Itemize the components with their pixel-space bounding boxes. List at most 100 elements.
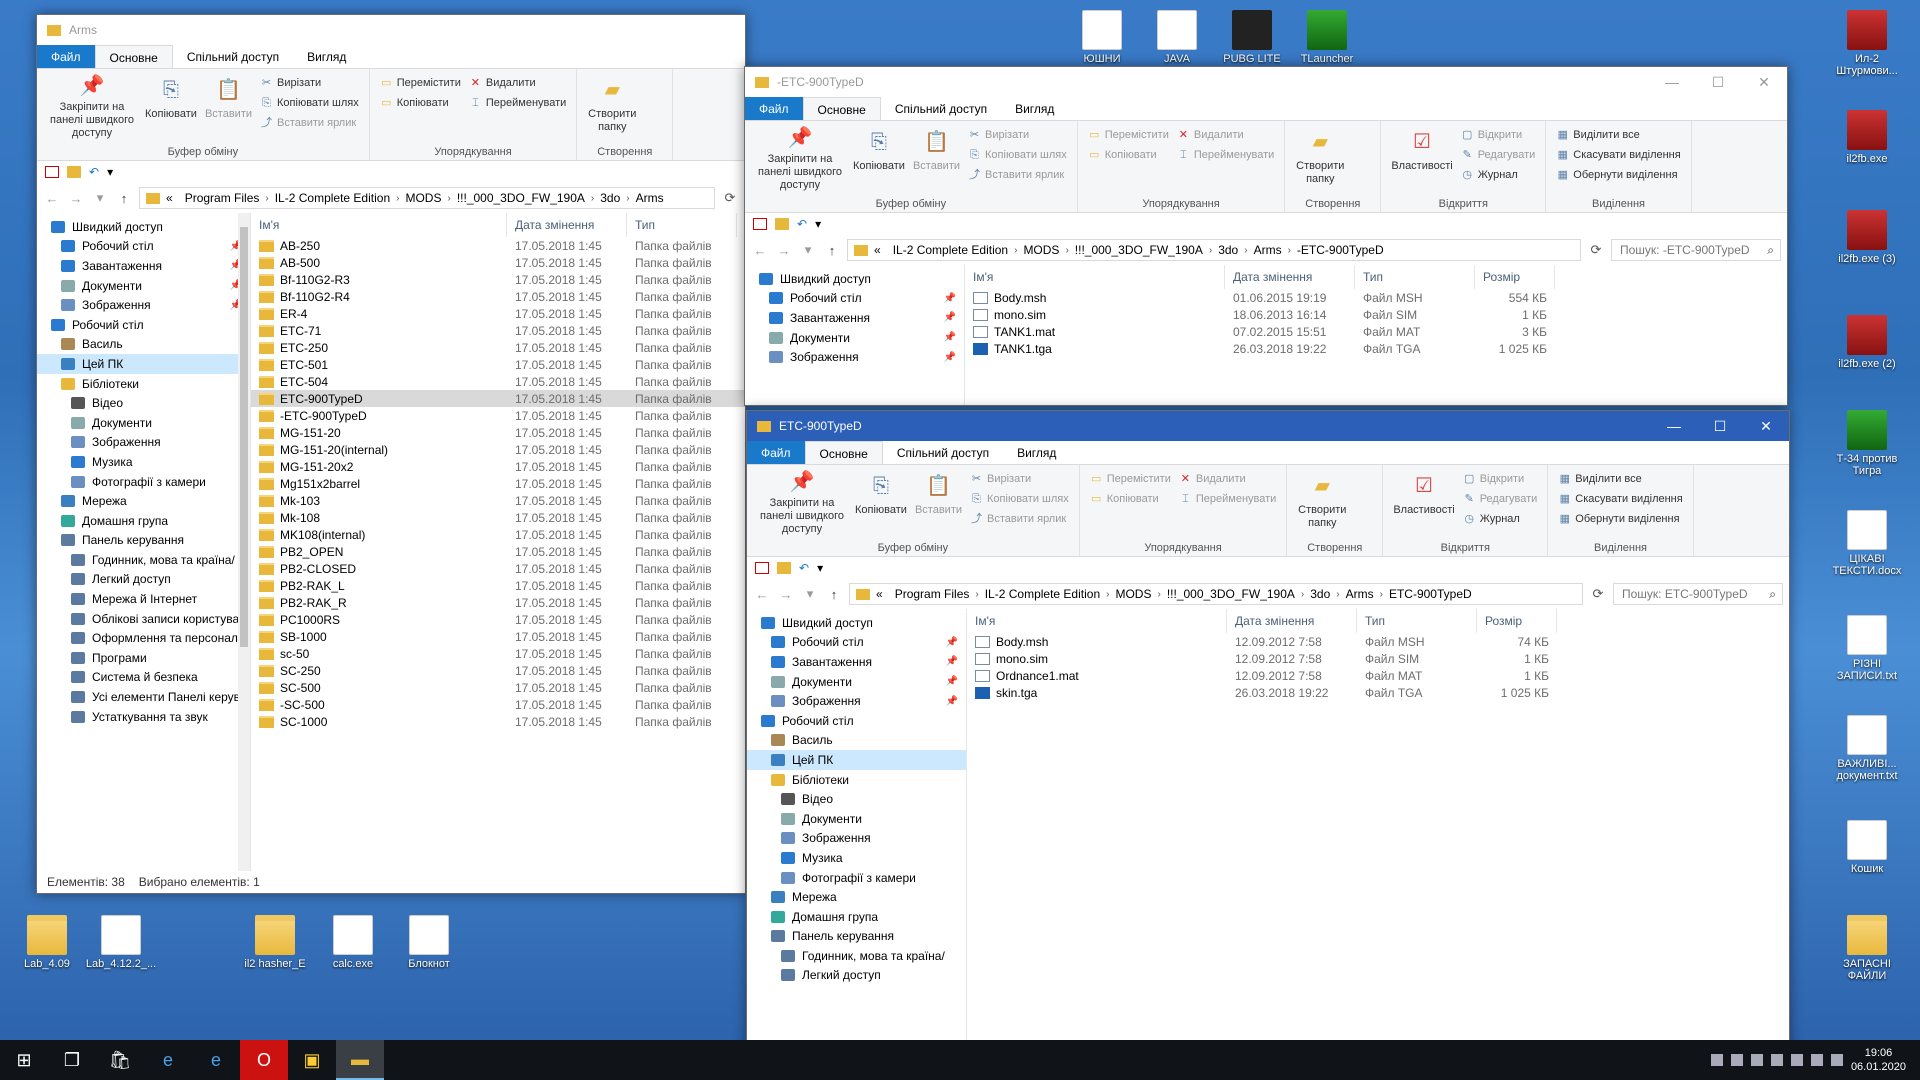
file-row[interactable]: MG-151-20x2 17.05.2018 1:45 Папка файлів — [251, 458, 745, 475]
minimize-button[interactable]: — — [1649, 67, 1695, 97]
rename-button[interactable]: ⌶ Перейменувати — [469, 95, 566, 111]
copy-to-button[interactable]: ▭ Копіювати — [1088, 147, 1169, 163]
breadcrumb-item[interactable]: ETC-900TypeD — [1383, 587, 1478, 601]
back-button[interactable]: ← — [753, 587, 771, 602]
select-all-button[interactable]: ▦ Виділити все — [1558, 471, 1682, 487]
open-button[interactable]: ▢ Відкрити — [1461, 127, 1536, 143]
nav-item[interactable]: Робочий стіл 📌 — [37, 237, 250, 257]
refresh-icon[interactable]: ⟳ — [1589, 586, 1607, 602]
tab-file[interactable]: Файл — [747, 441, 805, 464]
copy-path-button[interactable]: ⎘ Копіювати шлях — [260, 95, 359, 111]
desktop-icon[interactable]: Т-34 против Тигра — [1830, 410, 1904, 477]
new-item-button[interactable] — [645, 75, 662, 91]
column-header-name[interactable]: Ім'я — [967, 609, 1227, 633]
column-header-type[interactable]: Тип — [1355, 265, 1475, 289]
file-list[interactable]: Ім'я Дата змінення Тип Розмір Body.msh 01.06.… — [965, 265, 1787, 405]
column-header-type[interactable]: Тип — [627, 213, 737, 237]
refresh-icon[interactable]: ⟳ — [1587, 242, 1605, 258]
nav-item[interactable]: Завантаження 📌 — [745, 308, 964, 328]
tray-icon[interactable] — [1770, 1054, 1783, 1066]
nav-scrollbar[interactable] — [238, 213, 250, 871]
navigation-pane[interactable]: Швидкий доступ Робочий стіл 📌 Завантаження 📌… — [37, 213, 251, 871]
column-header-date[interactable]: Дата змінення — [507, 213, 627, 237]
tab-file[interactable]: Файл — [745, 97, 803, 120]
nav-item[interactable]: Облікові записи користува — [37, 609, 250, 629]
copy-button[interactable]: ⎘ Копіювати — [141, 73, 201, 142]
file-row[interactable]: mono.sim 12.09.2012 7:58 Файл SIM 1 КБ — [967, 650, 1789, 667]
start-button[interactable]: ⊞ — [0, 1040, 48, 1080]
file-row[interactable]: Mg151x2barrel 17.05.2018 1:45 Папка файлів — [251, 475, 745, 492]
file-row[interactable]: TANK1.mat 07.02.2015 15:51 Файл MAT 3 КБ — [965, 323, 1787, 340]
breadcrumb-item[interactable]: Program Files — [179, 191, 266, 205]
easy-access-button[interactable] — [1355, 491, 1372, 507]
edit-button[interactable]: ✎ Редагувати — [1463, 491, 1538, 507]
nav-item[interactable]: Легкий доступ — [747, 966, 966, 986]
file-row[interactable]: PB2-RAK_R 17.05.2018 1:45 Папка файлів — [251, 594, 745, 611]
title-bar[interactable]: -ETC-900TypeD — ☐ ✕ — [745, 67, 1787, 97]
delete-button[interactable]: ✕ Видалити — [1179, 471, 1276, 487]
nav-item[interactable]: Зображення — [37, 433, 250, 453]
nav-item[interactable]: Зображення 📌 — [745, 347, 964, 367]
nav-item[interactable]: Робочий стіл — [37, 315, 250, 335]
desktop-icon[interactable]: calc.exe — [316, 915, 390, 970]
breadcrumb-item[interactable]: 3do — [594, 191, 626, 205]
easy-access-button[interactable] — [1353, 147, 1370, 163]
breadcrumb-item[interactable]: !!!_000_3DO_FW_190A — [1069, 243, 1209, 257]
folder-icon[interactable] — [775, 218, 789, 230]
properties-button[interactable]: ☑ Властивості — [1389, 469, 1458, 538]
cut-button[interactable]: ✂ Вирізати — [968, 127, 1067, 143]
history-button[interactable]: ◷ Журнал — [1461, 167, 1536, 183]
properties-button[interactable]: ☑ Властивості — [1387, 125, 1456, 194]
pin-button[interactable]: 📌 Закріпити на панелі швидкого доступу — [751, 125, 849, 194]
undo-icon[interactable]: ↶ — [89, 165, 99, 179]
edit-button[interactable]: ✎ Редагувати — [1461, 147, 1536, 163]
back-button[interactable]: ← — [43, 191, 61, 206]
paste-button[interactable]: 📋 Вставити — [911, 469, 966, 538]
qat-dropdown-icon[interactable]: ▾ — [815, 217, 821, 231]
file-row[interactable]: skin.tga 26.03.2018 19:22 Файл TGA 1 025 КБ — [967, 684, 1789, 701]
file-row[interactable]: ER-4 17.05.2018 1:45 Папка файлів — [251, 305, 745, 322]
qat-dropdown-icon[interactable]: ▾ — [107, 165, 113, 179]
desktop-icon[interactable]: ЗАПАСНІ ФАЙЛИ — [1830, 915, 1904, 982]
move-to-button[interactable]: ▭ Перемістити — [1090, 471, 1171, 487]
forward-button[interactable]: → — [777, 587, 795, 602]
checkbox-icon[interactable] — [45, 166, 59, 178]
up-button[interactable]: ↑ — [823, 243, 841, 258]
breadcrumb-item[interactable]: Program Files — [889, 587, 976, 601]
file-row[interactable]: -ETC-900TypeD 17.05.2018 1:45 Папка файлів — [251, 407, 745, 424]
file-row[interactable]: PC1000RS 17.05.2018 1:45 Папка файлів — [251, 611, 745, 628]
breadcrumb-item[interactable]: Arms — [630, 191, 670, 205]
nav-item[interactable]: Мережа — [747, 887, 966, 907]
cut-button[interactable]: ✂ Вирізати — [260, 75, 359, 91]
move-to-button[interactable]: ▭ Перемістити — [380, 75, 461, 91]
breadcrumb-item[interactable]: 3do — [1212, 243, 1244, 257]
tab-share[interactable]: Спільний доступ — [883, 441, 1003, 464]
file-row[interactable]: MG-151-20(internal) 17.05.2018 1:45 Папка … — [251, 441, 745, 458]
invert-selection-button[interactable]: ▦ Обернути виділення — [1558, 511, 1682, 527]
file-row[interactable]: -SC-500 17.05.2018 1:45 Папка файлів — [251, 696, 745, 713]
rename-button[interactable]: ⌶ Перейменувати — [1177, 147, 1274, 163]
task-view-button[interactable]: ❐ — [48, 1040, 96, 1080]
new-folder-button[interactable]: ▰ Створити папку — [1291, 125, 1349, 194]
breadcrumb-item[interactable]: !!!_000_3DO_FW_190A — [1161, 587, 1301, 601]
nav-item[interactable]: Програми — [37, 648, 250, 668]
network-icon[interactable] — [1830, 1054, 1843, 1066]
nav-item[interactable]: Документи — [37, 413, 250, 433]
address-bar[interactable]: «Program Files › IL-2 Complete Edition › MOD… — [139, 187, 715, 209]
refresh-icon[interactable]: ⟳ — [721, 190, 739, 206]
breadcrumb-item[interactable]: IL-2 Complete Edition — [269, 191, 396, 205]
ie-icon[interactable]: e — [144, 1040, 192, 1080]
file-row[interactable]: TANK1.tga 26.03.2018 19:22 Файл TGA 1 025 К… — [965, 340, 1787, 357]
nav-item[interactable]: Цей ПК — [37, 354, 250, 374]
address-bar[interactable]: «IL-2 Complete Edition › MODS › !!!_000_3DO_… — [847, 239, 1581, 261]
nav-item[interactable]: Усі елементи Панелі керув — [37, 687, 250, 707]
nav-item[interactable]: Завантаження 📌 — [747, 652, 966, 672]
undo-icon[interactable]: ↶ — [799, 561, 809, 575]
file-row[interactable]: Body.msh 01.06.2015 19:19 Файл MSH 554 КБ — [965, 289, 1787, 306]
nav-item[interactable]: Відео — [37, 393, 250, 413]
desktop-icon[interactable]: il2fb.exe (2) — [1830, 315, 1904, 370]
explorer-window-etc900[interactable]: ETC-900TypeD — ☐ ✕ Файл Основне Спільний д… — [746, 410, 1790, 1080]
paste-shortcut-button[interactable]: ⤴ Вставити ярлик — [260, 115, 359, 131]
nav-item[interactable]: Швидкий доступ — [37, 217, 250, 237]
nav-item[interactable]: Годинник, мова та країна/ — [747, 946, 966, 966]
